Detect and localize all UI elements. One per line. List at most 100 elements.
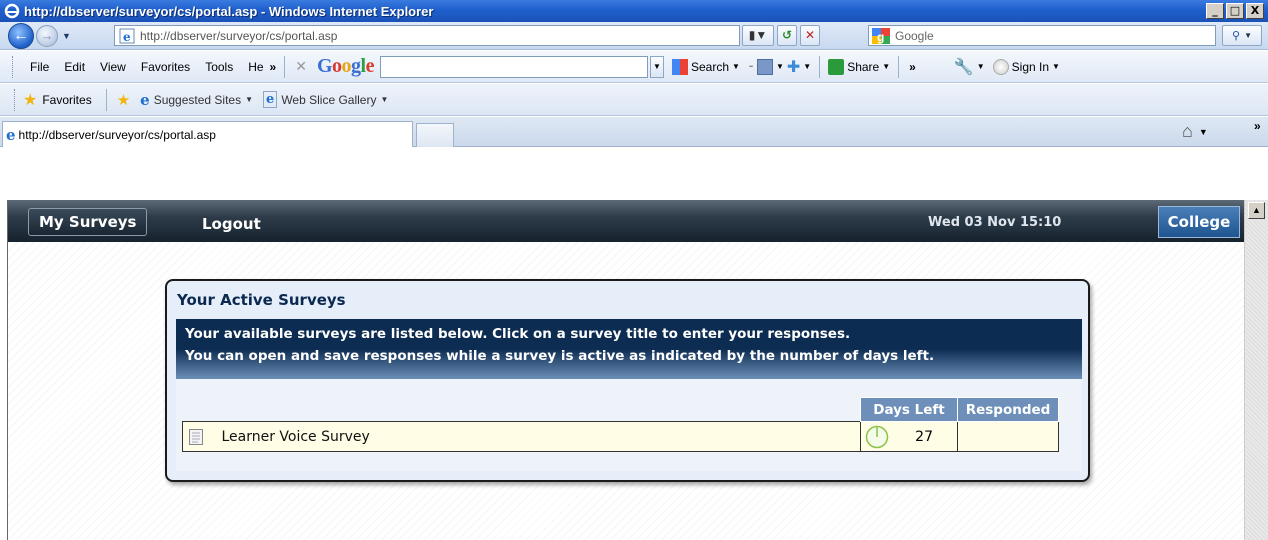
address-bar[interactable]: e http://dbserver/surveyor/cs/portal.asp bbox=[114, 25, 740, 46]
google-toolbar-search-input[interactable] bbox=[379, 55, 648, 78]
menu-tools[interactable]: Tools bbox=[205, 60, 233, 74]
app-navbar: My Surveys Logout Wed 03 Nov 15:10 Colle… bbox=[8, 200, 1244, 242]
window-title: http://dbserver/surveyor/cs/portal.asp -… bbox=[24, 3, 434, 19]
forward-button[interactable]: → bbox=[36, 24, 58, 47]
chevron-down-icon: ▼ bbox=[882, 62, 891, 71]
magnifier-icon: ⚲ bbox=[1232, 30, 1241, 42]
sign-in-button[interactable]: Sign In ▼ bbox=[992, 58, 1060, 75]
chevron-down-icon: ▼ bbox=[1052, 62, 1060, 71]
survey-title-link[interactable]: Learner Voice Survey bbox=[221, 429, 369, 445]
sign-in-label: Sign In bbox=[1011, 59, 1050, 74]
web-slice-gallery-link[interactable]: e Web Slice Gallery ▼ bbox=[263, 91, 388, 108]
panel-instructions: Your available surveys are listed below.… bbox=[176, 319, 1082, 379]
google-toolbar-close-icon[interactable]: ✕ bbox=[295, 58, 307, 75]
compatibility-view-icon[interactable]: ▮▼ bbox=[742, 25, 774, 46]
logout-link[interactable]: Logout bbox=[202, 215, 261, 233]
scroll-up-arrow-icon[interactable]: ▲ bbox=[1248, 202, 1265, 219]
ie-page-icon: e bbox=[119, 28, 135, 44]
menu-overflow-chevron[interactable]: » bbox=[270, 60, 277, 74]
survey-title-cell[interactable]: Learner Voice Survey bbox=[182, 421, 861, 452]
surveys-table: Days Left Responded Learner Voice Survey bbox=[182, 397, 1059, 452]
menu-file[interactable]: File bbox=[30, 60, 49, 74]
document-icon bbox=[189, 428, 203, 445]
current-datetime: Wed 03 Nov 15:10 bbox=[928, 215, 1062, 230]
toolbar-separator bbox=[105, 88, 107, 111]
back-button[interactable]: ← bbox=[8, 22, 34, 49]
toolbar-separator bbox=[284, 55, 286, 78]
favorites-label: Favorites bbox=[42, 92, 92, 107]
active-surveys-panel: Your Active Surveys Your available surve… bbox=[165, 279, 1090, 482]
instructions-line-1: Your available surveys are listed below.… bbox=[185, 326, 851, 342]
chevron-down-icon: ▼ bbox=[775, 62, 784, 71]
tab-label: http://dbserver/surveyor/cs/portal.asp bbox=[18, 127, 216, 142]
search-button[interactable]: ⚲ ▼ bbox=[1222, 25, 1262, 46]
new-tab-button[interactable] bbox=[416, 123, 454, 147]
google-logo: Google bbox=[316, 55, 375, 77]
page-tools-icon[interactable] bbox=[756, 58, 773, 75]
my-surveys-button[interactable]: My Surveys bbox=[28, 208, 148, 236]
home-button[interactable]: ⌂ ▼ bbox=[1182, 121, 1208, 142]
panel-title: Your Active Surveys bbox=[177, 291, 346, 309]
add-to-favorites-icon[interactable]: ★ bbox=[117, 91, 130, 109]
suggested-sites-link[interactable]: e Suggested Sites ▼ bbox=[140, 91, 253, 109]
share-button[interactable]: Share ▼ bbox=[828, 58, 891, 75]
wrench-settings-button[interactable]: 🔧 ▼ bbox=[954, 57, 985, 77]
home-icon: ⌂ bbox=[1182, 121, 1193, 141]
toolbar-divider-icon: ⁃ bbox=[747, 59, 754, 74]
toolbar-grip[interactable] bbox=[14, 88, 17, 111]
chevron-down-icon: ▼ bbox=[803, 62, 812, 71]
menu-help[interactable]: He bbox=[248, 60, 263, 74]
refresh-icon[interactable]: ↺ bbox=[777, 25, 797, 46]
google-toolbar-overflow-chevron[interactable]: » bbox=[909, 60, 916, 74]
responded-cell bbox=[957, 421, 1059, 452]
user-icon bbox=[992, 58, 1009, 75]
responded-column-header: Responded bbox=[957, 397, 1059, 422]
menu-edit[interactable]: Edit bbox=[64, 60, 85, 74]
window-title-bar[interactable]: http://dbserver/surveyor/cs/portal.asp -… bbox=[0, 0, 1268, 22]
command-bar-overflow-chevron[interactable]: » bbox=[1254, 119, 1261, 133]
favorites-button[interactable]: ★ Favorites bbox=[23, 90, 92, 110]
menu-view[interactable]: View bbox=[100, 60, 126, 74]
search-options-dropdown-icon[interactable]: ▼ bbox=[1244, 31, 1252, 40]
menu-favorites[interactable]: Favorites bbox=[141, 60, 190, 74]
google-icon: g bbox=[872, 27, 890, 44]
add-button-icon[interactable]: ✚ bbox=[787, 57, 800, 77]
menu-toolbar: File Edit View Favorites Tools He » ✕ Go… bbox=[0, 51, 1268, 83]
svg-text:e: e bbox=[123, 30, 131, 44]
maximize-button[interactable]: □ bbox=[1226, 3, 1244, 19]
chevron-down-icon: ▼ bbox=[245, 95, 254, 104]
table-row[interactable]: Learner Voice Survey 27 bbox=[182, 421, 1059, 452]
recent-pages-dropdown-icon[interactable]: ▼ bbox=[62, 31, 71, 41]
toolbar-separator bbox=[898, 55, 900, 78]
address-url: http://dbserver/surveyor/cs/portal.asp bbox=[140, 28, 338, 43]
google-search-button[interactable]: Search ▼ bbox=[671, 58, 740, 75]
tab-portal[interactable]: e http://dbserver/surveyor/cs/portal.asp bbox=[2, 121, 413, 147]
vertical-scrollbar[interactable]: ▲ bbox=[1244, 200, 1268, 540]
google-search-history-dropdown[interactable]: ▼ bbox=[649, 55, 664, 78]
tab-strip: e http://dbserver/surveyor/cs/portal.asp… bbox=[0, 117, 1268, 147]
minimize-button[interactable]: _ bbox=[1206, 3, 1224, 19]
days-left-cell: 27 bbox=[860, 421, 958, 452]
close-window-button[interactable]: X bbox=[1246, 3, 1264, 19]
window-left-border bbox=[0, 200, 8, 540]
college-button[interactable]: College bbox=[1158, 206, 1240, 238]
search-placeholder: Google bbox=[895, 28, 934, 43]
ie-icon: e bbox=[140, 90, 150, 109]
toolbar-grip[interactable] bbox=[12, 55, 15, 78]
chevron-down-icon: ▼ bbox=[732, 62, 740, 71]
web-slice-gallery-label: Web Slice Gallery bbox=[281, 92, 377, 107]
days-left-column-header: Days Left bbox=[860, 397, 958, 422]
favorites-bar: ★ Favorites ★ e Suggested Sites ▼ e Web … bbox=[0, 84, 1268, 116]
chevron-down-icon: ▼ bbox=[976, 62, 985, 71]
days-left-value: 27 bbox=[915, 428, 933, 445]
stop-icon[interactable]: ✕ bbox=[800, 25, 820, 46]
google-icon bbox=[671, 58, 688, 75]
navigation-bar: ← → ▼ e http://dbserver/surveyor/cs/port… bbox=[0, 22, 1268, 50]
timer-icon bbox=[865, 425, 889, 449]
chevron-down-icon: ▼ bbox=[380, 95, 389, 104]
search-input[interactable]: g Google bbox=[868, 25, 1216, 46]
toolbar-buttons-group[interactable]: ⁃ ▼ ✚ ▼ bbox=[748, 57, 811, 77]
share-label: Share bbox=[847, 59, 880, 74]
ie-logo-icon bbox=[4, 3, 20, 19]
ie-icon: e bbox=[6, 125, 16, 144]
